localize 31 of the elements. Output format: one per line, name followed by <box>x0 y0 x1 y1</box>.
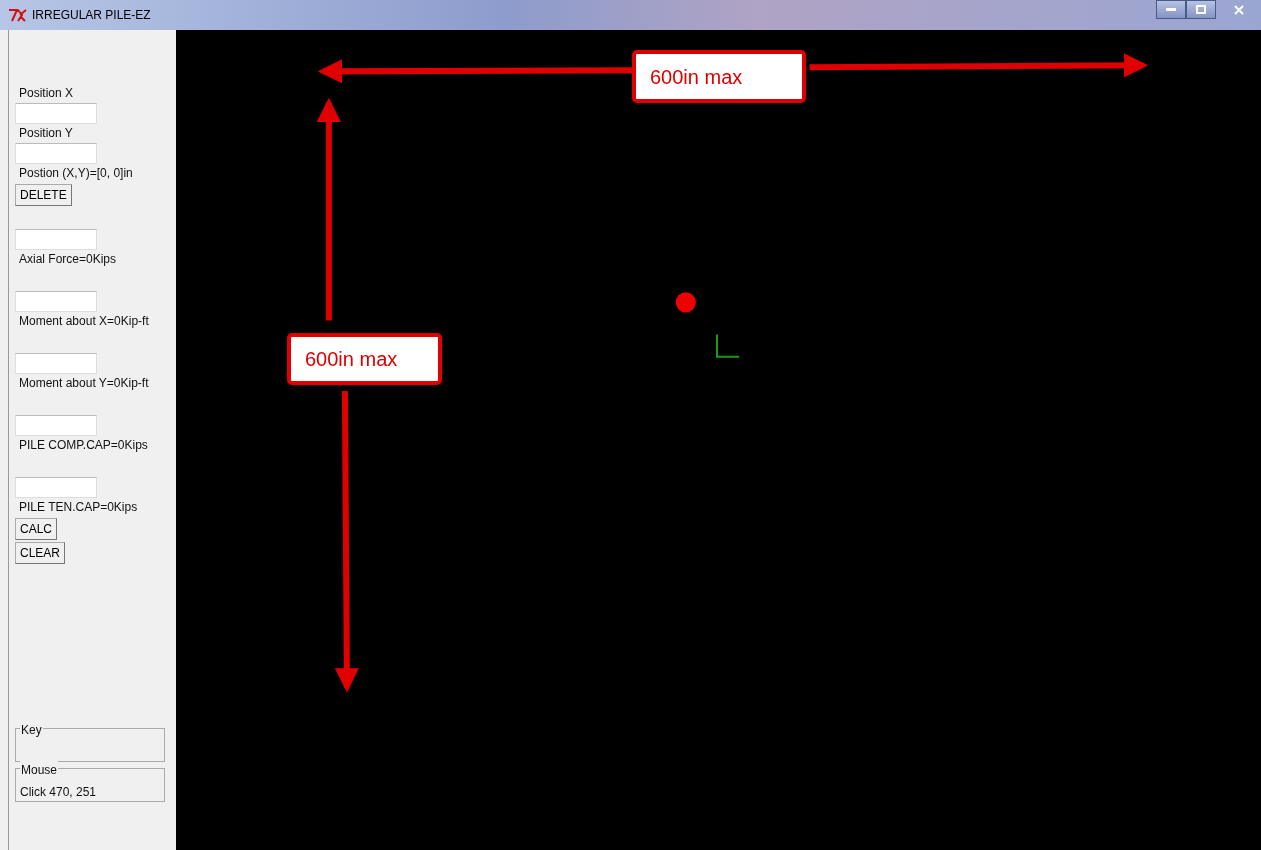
input-field[interactable] <box>15 229 97 250</box>
field-label: Position Y <box>18 125 74 142</box>
maximize-icon <box>1196 5 1206 14</box>
field-label: Moment about X=0Kip-ft <box>18 313 150 330</box>
pile-marker <box>675 292 696 313</box>
input-field[interactable] <box>15 143 97 164</box>
minimize-button[interactable] <box>1156 0 1186 19</box>
delete-button[interactable]: DELETE <box>15 184 72 206</box>
input-field[interactable] <box>15 415 97 436</box>
action-button[interactable]: CALC <box>15 518 57 540</box>
close-icon <box>1233 4 1244 15</box>
field-label: PILE TEN.CAP=0Kips <box>18 499 139 516</box>
input-field[interactable] <box>15 353 97 374</box>
input-field[interactable] <box>15 477 97 498</box>
maximize-button[interactable] <box>1186 0 1216 19</box>
status-text: Click 470, 251 <box>20 785 97 799</box>
callout-label: 600in max <box>632 50 806 103</box>
action-button[interactable]: CLEAR <box>15 542 65 564</box>
app-icon <box>8 8 28 22</box>
input-field[interactable] <box>15 291 97 312</box>
field-label: Moment about Y=0Kip-ft <box>18 375 150 392</box>
field-label: Postion (X,Y)=[0, 0]in <box>18 165 134 182</box>
axes-icon <box>716 334 740 358</box>
drawing-canvas[interactable]: 600in max 600in max <box>176 30 1261 850</box>
field-label: Axial Force=0Kips <box>18 251 118 268</box>
minimize-icon <box>1166 7 1176 12</box>
window-title: IRREGULAR PILE-EZ <box>32 7 151 24</box>
callout-label: 600in max <box>287 333 442 385</box>
input-field[interactable] <box>15 103 97 124</box>
field-label: Position X <box>18 85 75 102</box>
field-label: PILE COMP.CAP=0Kips <box>18 437 149 454</box>
